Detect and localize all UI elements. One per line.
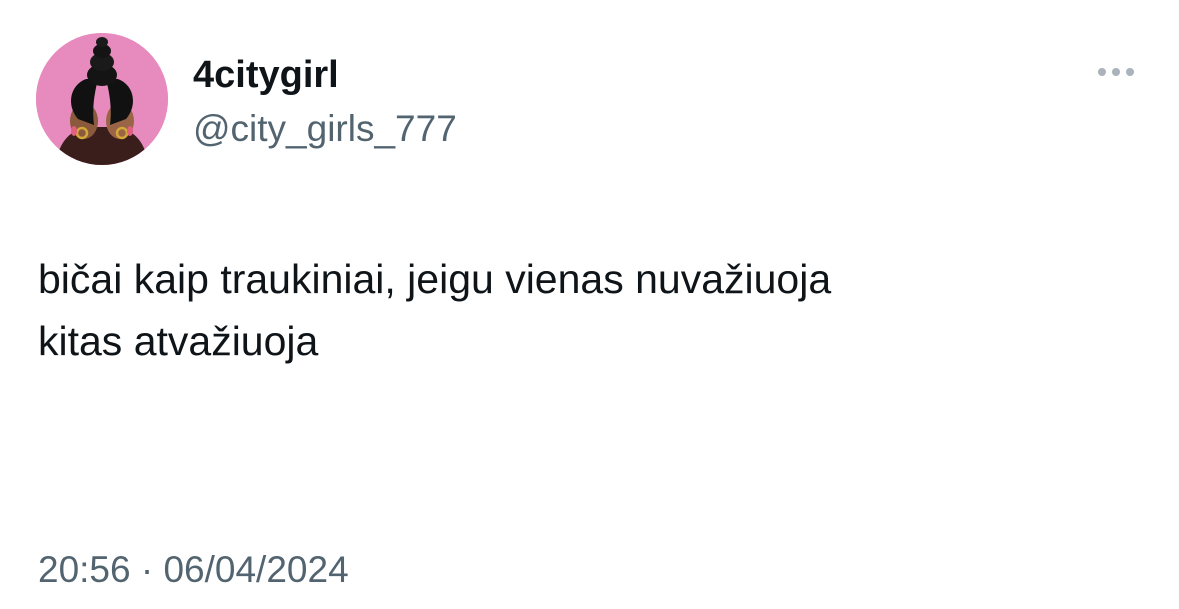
tweet-card: 4citygirl @city_girls_777 bičai kaip tra… — [0, 0, 1179, 609]
tweet-text: bičai kaip traukiniai, jeigu vienas nuva… — [38, 248, 1138, 372]
more-options-button[interactable] — [1088, 56, 1144, 88]
tweet-timestamp[interactable]: 20:56 · 06/04/2024 — [38, 547, 349, 593]
avatar[interactable] — [36, 33, 168, 165]
avatar-image — [36, 33, 168, 165]
more-options-icon — [1098, 68, 1134, 76]
tweet-text-line-1: bičai kaip traukiniai, jeigu vienas nuva… — [38, 256, 832, 302]
tweet-text-line-2: kitas atvažiuoja — [38, 318, 319, 364]
author-handle[interactable]: @city_girls_777 — [193, 107, 457, 151]
author-display-name[interactable]: 4citygirl — [193, 53, 339, 97]
